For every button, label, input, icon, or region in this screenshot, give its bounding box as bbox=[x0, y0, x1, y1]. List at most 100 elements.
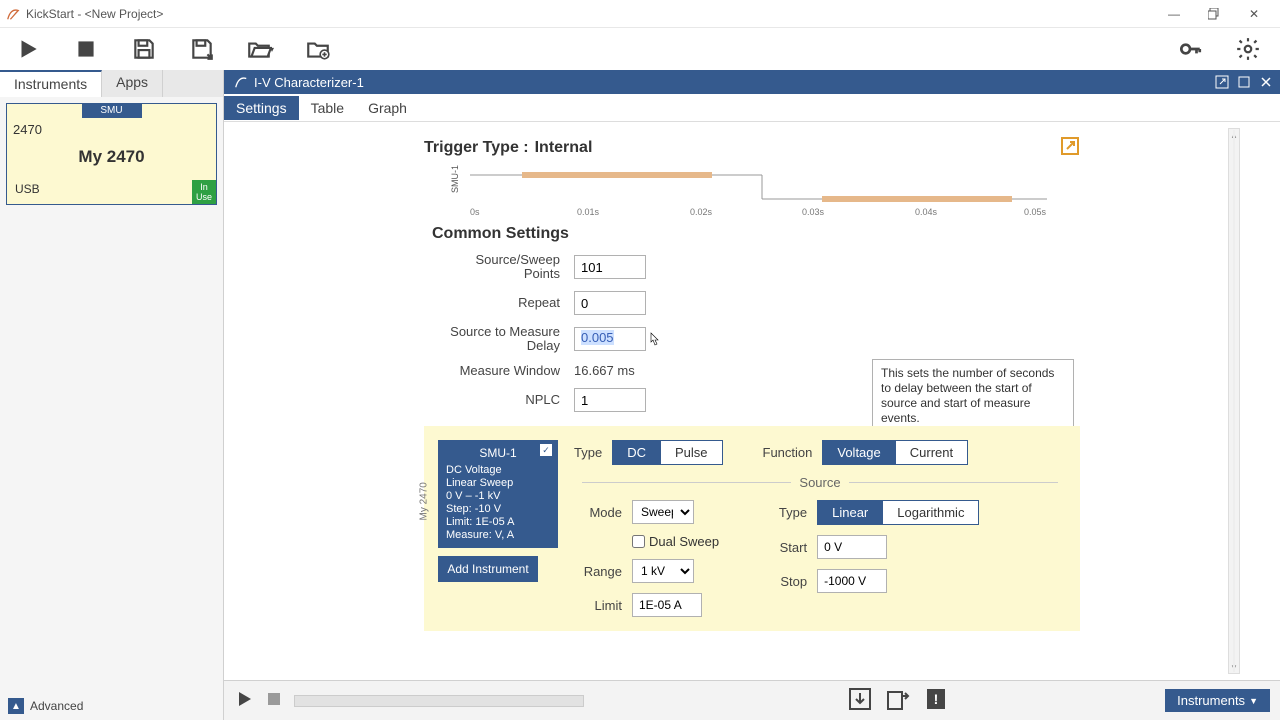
maximize-icon[interactable] bbox=[1234, 72, 1254, 92]
cursor-icon bbox=[650, 332, 660, 346]
open-button[interactable]: ▾ bbox=[240, 31, 280, 67]
start-input[interactable] bbox=[817, 535, 887, 559]
smu-header: SMU-1 bbox=[479, 446, 516, 460]
close-tab-icon[interactable] bbox=[1256, 72, 1276, 92]
restore-button[interactable] bbox=[1194, 3, 1234, 25]
instrument-connection: USB bbox=[9, 178, 46, 200]
start-label: Start bbox=[759, 540, 807, 555]
stop-label: Stop bbox=[759, 574, 807, 589]
smu-card[interactable]: SMU-1✓ DC Voltage Linear Sweep 0 V – -1 … bbox=[438, 440, 558, 548]
delay-label: Source to Measure Delay bbox=[436, 325, 560, 353]
smu-check-icon[interactable]: ✓ bbox=[540, 444, 552, 456]
svg-text:0s: 0s bbox=[470, 207, 480, 217]
repeat-label: Repeat bbox=[436, 296, 560, 310]
save-as-button[interactable] bbox=[182, 31, 222, 67]
function-label: Function bbox=[763, 445, 813, 460]
close-button[interactable]: ✕ bbox=[1234, 3, 1274, 25]
trigger-type-value: Internal bbox=[535, 139, 593, 157]
settings-button[interactable] bbox=[1228, 31, 1268, 67]
license-button[interactable] bbox=[1170, 31, 1210, 67]
advanced-toggle[interactable]: ▲ Advanced bbox=[0, 692, 223, 720]
dual-sweep-label: Dual Sweep bbox=[649, 534, 719, 549]
new-folder-button[interactable] bbox=[298, 31, 338, 67]
advanced-icon: ▲ bbox=[8, 698, 24, 714]
instrument-type-badge: SMU bbox=[82, 104, 142, 118]
type-segmented: DC Pulse bbox=[612, 440, 722, 465]
range-label: Range bbox=[574, 564, 622, 579]
subtabs: Settings Table Graph bbox=[224, 94, 1280, 122]
stop-input[interactable] bbox=[817, 569, 887, 593]
points-input[interactable] bbox=[574, 255, 646, 279]
nplc-label: NPLC bbox=[436, 393, 560, 407]
func-voltage-button[interactable]: Voltage bbox=[823, 441, 895, 464]
type-pulse-button[interactable]: Pulse bbox=[661, 441, 722, 464]
minimize-button[interactable]: — bbox=[1154, 3, 1194, 25]
instrument-name: My 2470 bbox=[7, 141, 216, 173]
range-select[interactable]: 1 kV bbox=[632, 559, 694, 583]
progress-bar bbox=[294, 695, 584, 707]
svg-text:0.03s: 0.03s bbox=[802, 207, 825, 217]
subtab-settings[interactable]: Settings bbox=[224, 96, 299, 120]
instrument-model: 2470 bbox=[7, 118, 216, 141]
sweep-type-segmented: Linear Logarithmic bbox=[817, 500, 979, 525]
dual-sweep-checkbox[interactable] bbox=[632, 535, 645, 548]
delay-input[interactable]: 0.005 bbox=[574, 327, 646, 351]
nplc-input[interactable] bbox=[574, 388, 646, 412]
bottom-bar: ! Instruments▼ bbox=[224, 680, 1280, 720]
subtab-table[interactable]: Table bbox=[299, 96, 356, 120]
sweep-type-label: Type bbox=[759, 505, 807, 520]
document-tabbar: I-V Characterizer-1 bbox=[224, 70, 1280, 94]
svg-text:!: ! bbox=[934, 691, 939, 707]
points-label: Source/Sweep Points bbox=[436, 253, 560, 281]
tab-instruments[interactable]: Instruments bbox=[0, 70, 102, 97]
app-tab-icon bbox=[234, 75, 248, 89]
mode-label: Mode bbox=[574, 505, 622, 520]
smu-line: Measure: V, A bbox=[446, 529, 550, 541]
mode-select[interactable]: Sweep bbox=[632, 500, 694, 524]
document-tab[interactable]: I-V Characterizer-1 bbox=[224, 70, 374, 94]
log-button[interactable]: Logarithmic bbox=[883, 501, 978, 524]
svg-text:0.01s: 0.01s bbox=[577, 207, 600, 217]
export-data-icon[interactable] bbox=[885, 686, 911, 715]
timeline-ylabel: SMU-1 bbox=[450, 165, 460, 193]
subtab-graph[interactable]: Graph bbox=[356, 96, 419, 120]
type-dc-button[interactable]: DC bbox=[613, 441, 661, 464]
window-value: 16.667 ms bbox=[574, 363, 635, 378]
limit-input[interactable] bbox=[632, 593, 702, 617]
import-icon[interactable] bbox=[847, 686, 873, 715]
bottom-stop-button[interactable] bbox=[264, 689, 284, 712]
svg-text:0.04s: 0.04s bbox=[915, 207, 938, 217]
export-icon[interactable] bbox=[1060, 136, 1080, 159]
window-title: KickStart - <New Project> bbox=[26, 7, 1154, 21]
svg-text:0.02s: 0.02s bbox=[690, 207, 713, 217]
smu-line: Step: -10 V bbox=[446, 503, 550, 515]
func-current-button[interactable]: Current bbox=[896, 441, 967, 464]
run-button[interactable] bbox=[8, 31, 48, 67]
bottom-play-button[interactable] bbox=[234, 689, 254, 712]
linear-button[interactable]: Linear bbox=[818, 501, 883, 524]
titlebar: KickStart - <New Project> — ✕ bbox=[0, 0, 1280, 28]
smu-line: Limit: 1E-05 A bbox=[446, 516, 550, 528]
instruments-button[interactable]: Instruments▼ bbox=[1165, 689, 1270, 712]
svg-text:0.05s: 0.05s bbox=[1024, 207, 1047, 217]
settings-scroll: ▴▾ Trigger Type : Internal SMU-1 0s 0. bbox=[224, 122, 1280, 680]
warning-icon[interactable]: ! bbox=[923, 686, 949, 715]
smu-line: 0 V – -1 kV bbox=[446, 490, 550, 502]
document-tab-label: I-V Characterizer-1 bbox=[254, 75, 364, 90]
app-logo-icon bbox=[6, 7, 20, 21]
smu-side-label: My 2470 bbox=[419, 482, 430, 520]
delay-tooltip: This sets the number of seconds to delay… bbox=[872, 359, 1074, 433]
timeline-chart: SMU-1 0s 0.01s 0.02s 0.03s 0.04s 0.05s bbox=[424, 165, 1080, 219]
popout-icon[interactable] bbox=[1212, 72, 1232, 92]
trigger-type-label: Trigger Type : bbox=[424, 139, 529, 157]
add-instrument-button[interactable]: Add Instrument bbox=[438, 556, 538, 582]
save-button[interactable] bbox=[124, 31, 164, 67]
type-label: Type bbox=[574, 445, 602, 460]
limit-label: Limit bbox=[574, 598, 622, 613]
tab-apps[interactable]: Apps bbox=[102, 70, 163, 97]
repeat-input[interactable] bbox=[574, 291, 646, 315]
smu-line: DC Voltage bbox=[446, 464, 550, 476]
scrollbar[interactable]: ▴▾ bbox=[1228, 128, 1240, 674]
instrument-card[interactable]: SMU 2470 My 2470 USB In Use bbox=[6, 103, 217, 205]
stop-button[interactable] bbox=[66, 31, 106, 67]
